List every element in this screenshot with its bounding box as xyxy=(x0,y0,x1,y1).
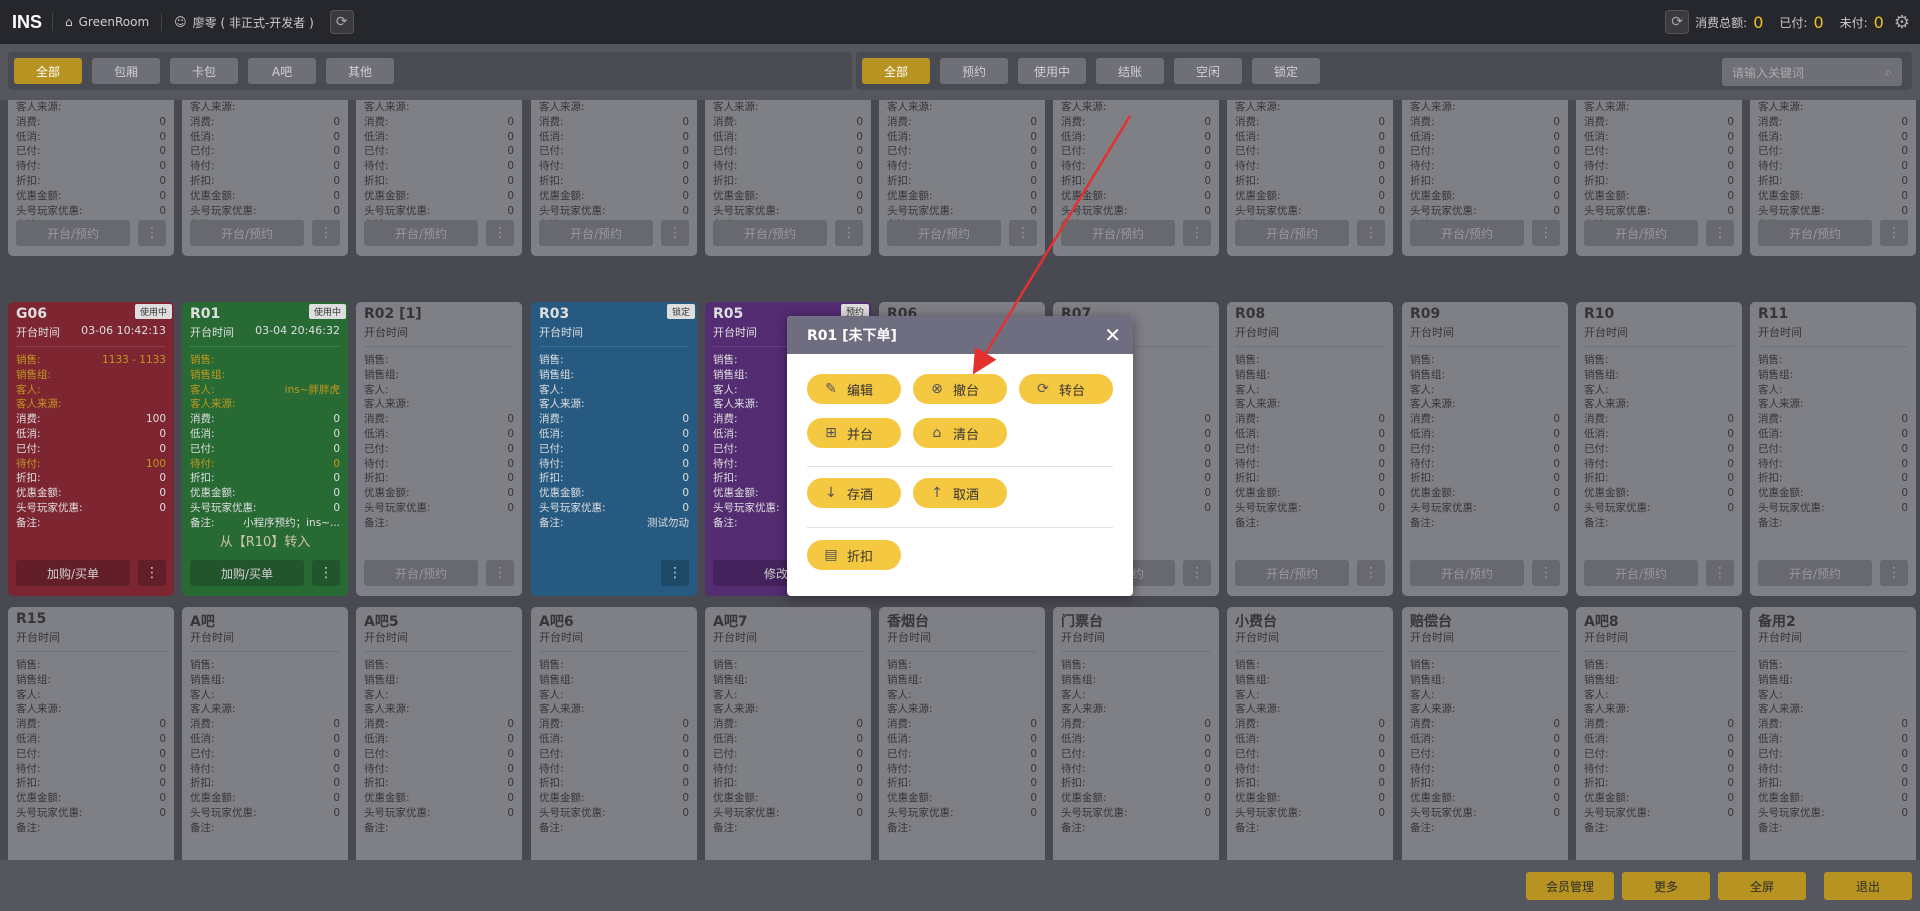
status-filter-locked[interactable]: 锁定 xyxy=(1252,58,1320,84)
user-info[interactable]: ☺ 廖零 ( 非正式-开发者 ) xyxy=(161,13,326,31)
status-filter-reserved[interactable]: 预约 xyxy=(940,58,1008,84)
transfer-table-button[interactable]: ⟳ 转台 xyxy=(1019,374,1113,404)
logout-button[interactable]: 退出 xyxy=(1824,872,1912,900)
status-filter-all[interactable]: 全部 xyxy=(862,58,930,84)
unpaid-value: 0 xyxy=(1873,12,1884,32)
merge-table-label: 并台 xyxy=(847,427,874,443)
paid-label: 已付: xyxy=(1779,15,1808,30)
bottom-bar: 会员管理 更多 全屏 退出 xyxy=(0,860,1920,911)
more-button[interactable]: 更多 xyxy=(1622,872,1710,900)
modal-divider xyxy=(807,466,1113,467)
clear-icon: ⌂ xyxy=(932,425,942,441)
transfer-table-label: 转台 xyxy=(1059,383,1086,399)
edit-button-label: 编辑 xyxy=(847,383,874,399)
table-action-modal: R01 [未下单] ✕ ✎ 编辑 ⊗ 撤台 ⟳ 转台 ⊞ 并台 ⌂ 清台 ↓ 存… xyxy=(787,316,1133,596)
close-icon[interactable]: ✕ xyxy=(1104,325,1121,345)
refresh-totals-icon[interactable]: ⟳ xyxy=(1665,10,1690,34)
clear-table-label: 清台 xyxy=(953,427,980,443)
total-label: 消费总额: xyxy=(1695,15,1748,30)
store-wine-label: 存酒 xyxy=(847,487,874,503)
paid-value: 0 xyxy=(1813,12,1824,32)
modal-title: R01 [未下单] xyxy=(807,328,897,344)
take-up-icon: ↑ xyxy=(931,485,943,501)
cancel-circle-icon: ⊗ xyxy=(931,381,943,397)
modal-divider xyxy=(807,527,1113,528)
area-filter-group: 全部 包厢 卡包 A吧 其他 xyxy=(8,52,852,90)
top-bar: INS ⌂ GreenRoom ☺ 廖零 ( 非正式-开发者 ) ⟳ ⟳ 消费总… xyxy=(0,0,1920,44)
edit-icon: ✎ xyxy=(825,381,837,397)
gear-icon[interactable]: ⚙ xyxy=(1894,12,1910,33)
area-filter-other[interactable]: 其他 xyxy=(326,58,394,84)
take-wine-button[interactable]: ↑ 取酒 xyxy=(913,478,1007,508)
area-filter-abar[interactable]: A吧 xyxy=(248,58,316,84)
merge-icon: ⊞ xyxy=(825,425,837,441)
area-filter-all[interactable]: 全部 xyxy=(14,58,82,84)
discount-icon: ▤ xyxy=(824,547,838,563)
cancel-table-button[interactable]: ⊗ 撤台 xyxy=(913,374,1007,404)
take-wine-label: 取酒 xyxy=(953,487,980,503)
area-filter-room[interactable]: 包厢 xyxy=(92,58,160,84)
modal-header: R01 [未下单] ✕ xyxy=(787,316,1133,354)
store-down-icon: ↓ xyxy=(825,485,837,501)
refresh-icon[interactable]: ⟳ xyxy=(329,10,354,34)
search-input[interactable]: 请输入关键词 ⌕ xyxy=(1722,58,1902,86)
member-manage-button[interactable]: 会员管理 xyxy=(1526,872,1614,900)
app-logo: INS xyxy=(12,11,43,32)
area-filter-card[interactable]: 卡包 xyxy=(170,58,238,84)
edit-button[interactable]: ✎ 编辑 xyxy=(807,374,901,404)
merge-table-button[interactable]: ⊞ 并台 xyxy=(807,418,901,448)
user-name: 廖零 ( 非正式-开发者 ) xyxy=(192,15,314,30)
store-wine-button[interactable]: ↓ 存酒 xyxy=(807,478,901,508)
status-filter-in-use[interactable]: 使用中 xyxy=(1018,58,1086,84)
transfer-icon: ⟳ xyxy=(1037,381,1049,397)
status-filter-group: 全部 预约 使用中 结账 空闲 锁定 请输入关键词 ⌕ xyxy=(856,52,1912,90)
user-icon: ☺ xyxy=(174,15,187,29)
search-icon: ⌕ xyxy=(1885,64,1892,79)
filter-bar: 全部 包厢 卡包 A吧 其他 全部 预约 使用中 结账 空闲 锁定 请输入关键词… xyxy=(0,44,1920,100)
store-name: GreenRoom xyxy=(78,15,150,29)
clear-table-button[interactable]: ⌂ 清台 xyxy=(913,418,1007,448)
total-value: 0 xyxy=(1753,12,1764,32)
store-selector[interactable]: ⌂ GreenRoom xyxy=(52,13,161,31)
store-icon: ⌂ xyxy=(65,15,73,29)
fullscreen-button[interactable]: 全屏 xyxy=(1718,872,1806,900)
status-filter-checkout[interactable]: 结账 xyxy=(1096,58,1164,84)
totals-area: ⟳ 消费总额: 0 已付: 0 未付: 0 ⚙ xyxy=(1661,0,1910,44)
status-filter-free[interactable]: 空闲 xyxy=(1174,58,1242,84)
search-placeholder: 请输入关键词 xyxy=(1732,65,1805,80)
discount-button[interactable]: ▤ 折扣 xyxy=(807,540,901,570)
discount-label: 折扣 xyxy=(847,549,874,565)
cancel-table-label: 撤台 xyxy=(953,383,980,399)
unpaid-label: 未付: xyxy=(1839,15,1868,30)
